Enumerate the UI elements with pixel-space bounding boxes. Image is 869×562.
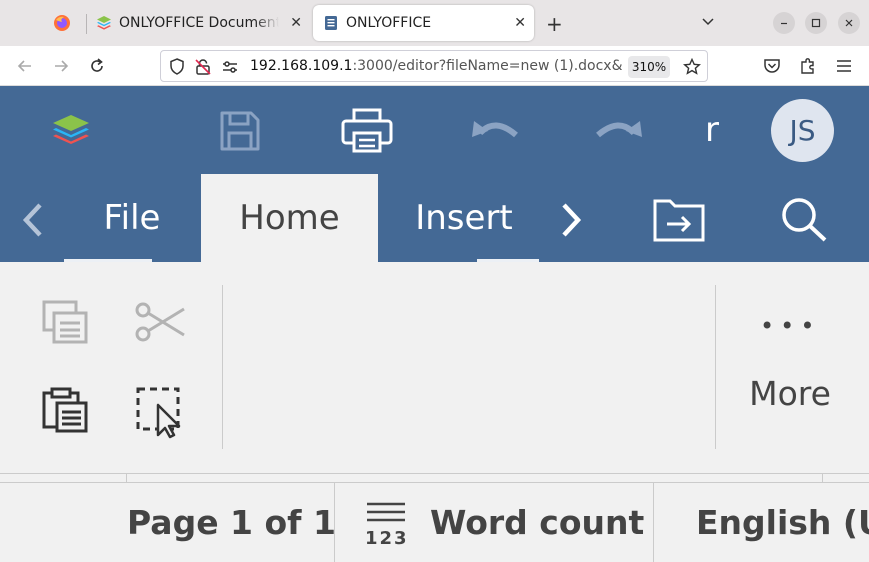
minimize-icon <box>781 22 787 25</box>
tab-insert-label: Insert <box>415 198 513 238</box>
back-button[interactable] <box>15 56 35 76</box>
hamburger-menu-icon <box>837 60 851 72</box>
save-icon <box>220 111 260 151</box>
word-count-button[interactable]: 123 Word count <box>365 483 644 562</box>
arrow-right-icon <box>55 60 69 72</box>
browser-nav-bar: 192.168.109.1:3000/editor?fileName=new (… <box>0 46 869 86</box>
ruler <box>0 473 869 482</box>
word-count-label: Word count <box>430 503 645 542</box>
tab-title: ONLYOFFICE Document Editor <box>119 15 279 31</box>
scroll-tabs-right-button[interactable] <box>554 200 588 240</box>
folder-arrow-icon <box>653 199 705 242</box>
redo-icon <box>596 121 642 138</box>
chevron-down-icon <box>702 18 714 26</box>
new-tab-button[interactable]: + <box>546 12 563 36</box>
save-button[interactable] <box>215 106 265 156</box>
extensions-button[interactable] <box>798 56 818 76</box>
pocket-button[interactable] <box>762 56 782 76</box>
puzzle-icon <box>801 58 814 74</box>
permissions-icon[interactable] <box>221 59 239 75</box>
minimize-button[interactable] <box>773 12 795 34</box>
arrow-left-icon <box>17 60 31 72</box>
insecure-lock-icon[interactable] <box>194 58 212 76</box>
chevron-right-icon <box>562 203 582 237</box>
tab-file[interactable]: File <box>64 174 200 262</box>
undo-icon <box>472 121 518 138</box>
redo-button[interactable] <box>592 110 646 150</box>
close-icon <box>845 19 853 27</box>
browser-tab-bar: ONLYOFFICE Document Editor ✕ ONLYOFFICE … <box>0 0 869 46</box>
toolbar-divider <box>222 285 223 449</box>
bookmark-star-icon[interactable] <box>683 58 701 76</box>
reload-icon <box>91 58 103 72</box>
scissors-icon <box>135 302 185 342</box>
tab-title: ONLYOFFICE <box>346 15 432 31</box>
pocket-icon <box>764 59 780 73</box>
menu-button[interactable] <box>834 56 854 76</box>
page-indicator[interactable]: Page 1 of 1 <box>127 483 336 562</box>
onlyoffice-logo[interactable] <box>48 108 94 154</box>
tab-home-label: Home <box>239 198 340 238</box>
cut-button[interactable] <box>130 292 190 352</box>
more-button-label[interactable]: More <box>740 374 840 413</box>
language-selector[interactable]: English (U <box>696 483 869 562</box>
firefox-icon <box>54 15 70 31</box>
url-host: 192.168.109.1 <box>250 58 353 74</box>
tab-onlyoffice[interactable]: ONLYOFFICE ✕ <box>313 5 534 41</box>
copy-button[interactable] <box>35 292 95 352</box>
reload-button[interactable] <box>87 56 107 76</box>
tab-home[interactable]: Home <box>201 174 378 262</box>
onlyoffice-logo-icon <box>53 115 89 144</box>
search-icon <box>782 198 827 242</box>
paste-icon <box>42 387 88 433</box>
maximize-button[interactable] <box>805 12 827 34</box>
close-window-button[interactable] <box>838 12 860 34</box>
chevron-left-icon <box>22 203 42 237</box>
copy-icon <box>42 300 88 344</box>
print-button[interactable] <box>339 106 395 156</box>
ruler-marker <box>126 474 127 482</box>
forward-button[interactable] <box>51 56 71 76</box>
more-dots-icon[interactable]: ••• <box>760 312 820 340</box>
select-cursor-icon <box>136 387 181 439</box>
zoom-level-badge[interactable]: 310% <box>628 56 670 78</box>
undo-button[interactable] <box>468 110 522 150</box>
url-bar[interactable]: 192.168.109.1:3000/editor?fileName=new (… <box>160 50 708 82</box>
document-icon <box>325 16 337 30</box>
home-toolbar: ••• More <box>0 262 869 473</box>
select-all-button[interactable] <box>130 382 190 442</box>
onlyoffice-layers-icon <box>97 16 111 30</box>
shield-icon[interactable] <box>169 58 185 75</box>
list-all-tabs-button[interactable] <box>700 13 716 33</box>
maximize-icon <box>811 18 821 28</box>
ruler-marker <box>822 474 823 482</box>
search-button[interactable] <box>777 194 831 244</box>
word-count-icon-digits: 123 <box>365 528 409 546</box>
word-count-icon: 123 <box>365 502 409 546</box>
status-divider <box>653 483 654 562</box>
scroll-tabs-left-button[interactable] <box>16 200 50 240</box>
printer-icon <box>341 108 393 153</box>
tab-file-label: File <box>103 198 161 238</box>
toolbar-divider <box>715 285 716 449</box>
pinned-tab-firefox[interactable] <box>40 5 84 41</box>
close-tab-icon[interactable]: ✕ <box>290 15 302 31</box>
url-path: :3000/editor?fileName=new (1).docx&u <box>352 58 622 74</box>
document-title[interactable]: r <box>705 110 719 150</box>
paste-button[interactable] <box>35 380 95 440</box>
close-tab-icon[interactable]: ✕ <box>514 15 526 31</box>
open-file-location-button[interactable] <box>650 196 708 244</box>
tab-onlyoffice-document-editor[interactable]: ONLYOFFICE Document Editor ✕ <box>88 5 310 41</box>
editor-header: r JS File Home Insert <box>0 86 869 262</box>
status-divider <box>334 483 335 562</box>
tab-insert[interactable]: Insert <box>400 174 539 262</box>
url-text[interactable]: 192.168.109.1:3000/editor?fileName=new (… <box>250 58 622 74</box>
user-avatar[interactable]: JS <box>771 99 834 162</box>
status-bar: Page 1 of 1 123 Word count English (U <box>0 482 869 562</box>
